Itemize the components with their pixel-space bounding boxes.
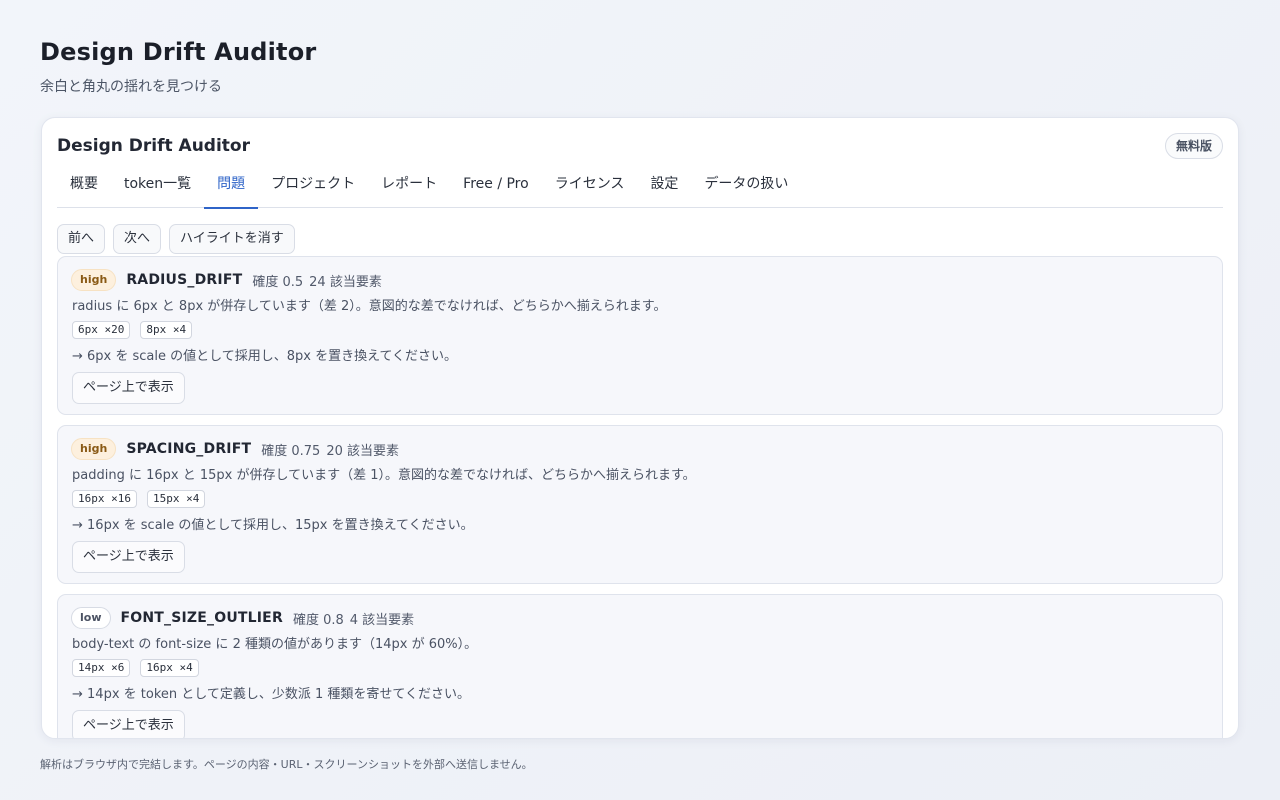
issue-meta: 確度 0.8 4 該当要素 bbox=[293, 609, 414, 628]
issue-code: FONT_SIZE_OUTLIER bbox=[120, 610, 283, 626]
issue-meta: 確度 0.5 24 該当要素 bbox=[252, 271, 382, 290]
severity-badge: low bbox=[71, 607, 111, 629]
issue-confidence: 確度 0.75 bbox=[261, 443, 321, 459]
issue-fix: → 6px を scale の値として採用し、8px を置き換えてください。 bbox=[72, 349, 458, 364]
value-chips: 16px ×16 15px ×4 bbox=[72, 490, 206, 508]
tab-report[interactable]: レポート bbox=[368, 170, 450, 208]
issue-card: low FONT_SIZE_OUTLIER 確度 0.8 4 該当要素 body-… bbox=[57, 594, 1223, 738]
tab-token-list[interactable]: token一覧 bbox=[111, 170, 204, 208]
tab-settings[interactable]: 設定 bbox=[637, 170, 691, 208]
issue-count: 4 該当要素 bbox=[349, 612, 415, 628]
issue-code: RADIUS_DRIFT bbox=[126, 272, 243, 288]
value-chip: 8px ×4 bbox=[140, 321, 193, 339]
issue-meta: 確度 0.75 20 該当要素 bbox=[261, 440, 399, 459]
tab-bar: 概要 token一覧 問題 プロジェクト レポート Free / Pro ライセ… bbox=[57, 170, 1223, 209]
tab-issues[interactable]: 問題 bbox=[204, 170, 259, 209]
issue-header: low FONT_SIZE_OUTLIER 確度 0.8 4 該当要素 bbox=[71, 607, 414, 629]
severity-badge: high bbox=[71, 269, 117, 291]
issue-description: body-text の font-size に 2 種類の値があります（14px… bbox=[72, 637, 478, 652]
issue-fix: → 16px を scale の値として採用し、15px を置き換えてください。 bbox=[72, 518, 474, 533]
issue-count: 24 該当要素 bbox=[309, 274, 382, 290]
show-on-page-button[interactable]: ページ上で表示 bbox=[72, 541, 185, 573]
value-chip: 16px ×4 bbox=[140, 659, 199, 677]
issue-description: padding に 16px と 15px が併存しています（差 1）。意図的な… bbox=[72, 468, 696, 483]
panel-header: Design Drift Auditor 無料版 bbox=[57, 133, 1223, 162]
tab-free-pro[interactable]: Free / Pro bbox=[450, 170, 542, 208]
tab-projects[interactable]: プロジェクト bbox=[258, 170, 368, 208]
issue-header: high RADIUS_DRIFT 確度 0.5 24 該当要素 bbox=[71, 269, 382, 291]
value-chip: 6px ×20 bbox=[72, 321, 131, 339]
page-title: Design Drift Auditor bbox=[40, 38, 317, 66]
issue-code: SPACING_DRIFT bbox=[126, 441, 252, 457]
issue-nav: 前へ 次へ ハイライトを消す bbox=[57, 224, 295, 254]
clear-highlight-button[interactable]: ハイライトを消す bbox=[169, 224, 295, 254]
tab-data-handling[interactable]: データの扱い bbox=[691, 170, 801, 208]
value-chip: 15px ×4 bbox=[146, 490, 206, 508]
issue-card: high RADIUS_DRIFT 確度 0.5 24 該当要素 radius に… bbox=[57, 256, 1223, 415]
issue-header: high SPACING_DRIFT 確度 0.75 20 該当要素 bbox=[71, 438, 399, 460]
value-chips: 6px ×20 8px ×4 bbox=[72, 321, 193, 339]
issue-confidence: 確度 0.8 bbox=[292, 612, 344, 628]
show-on-page-button[interactable]: ページ上で表示 bbox=[72, 372, 185, 404]
panel-title: Design Drift Auditor bbox=[57, 136, 250, 156]
main-panel: Design Drift Auditor 無料版 概要 token一覧 問題 プ… bbox=[41, 117, 1239, 739]
tab-overview[interactable]: 概要 bbox=[57, 170, 111, 208]
show-on-page-button[interactable]: ページ上で表示 bbox=[72, 710, 185, 738]
value-chip: 14px ×6 bbox=[72, 659, 131, 677]
value-chip: 16px ×16 bbox=[72, 490, 137, 508]
severity-badge: high bbox=[71, 438, 117, 460]
value-chips: 14px ×6 16px ×4 bbox=[72, 659, 199, 677]
plan-badge: 無料版 bbox=[1164, 133, 1223, 159]
issue-count: 20 該当要素 bbox=[326, 443, 399, 459]
issue-fix: → 14px を token として定義し、少数派 1 種類を寄せてください。 bbox=[72, 687, 471, 702]
next-button[interactable]: 次へ bbox=[113, 224, 162, 254]
tab-license[interactable]: ライセンス bbox=[542, 170, 638, 208]
issue-list: high RADIUS_DRIFT 確度 0.5 24 該当要素 radius に… bbox=[57, 256, 1223, 738]
page-header: Design Drift Auditor 余白と角丸の揺れを見つける bbox=[40, 38, 316, 96]
prev-button[interactable]: 前へ bbox=[57, 224, 106, 254]
issue-confidence: 確度 0.5 bbox=[252, 274, 304, 290]
page-subtitle: 余白と角丸の揺れを見つける bbox=[40, 79, 222, 95]
privacy-note: 解析はブラウザ内で完結します。ページの内容・URL・スクリーンショットを外部へ送… bbox=[40, 758, 533, 771]
issue-card: high SPACING_DRIFT 確度 0.75 20 該当要素 paddin… bbox=[57, 425, 1223, 584]
issue-description: radius に 6px と 8px が併存しています（差 2）。意図的な差でな… bbox=[72, 299, 667, 314]
